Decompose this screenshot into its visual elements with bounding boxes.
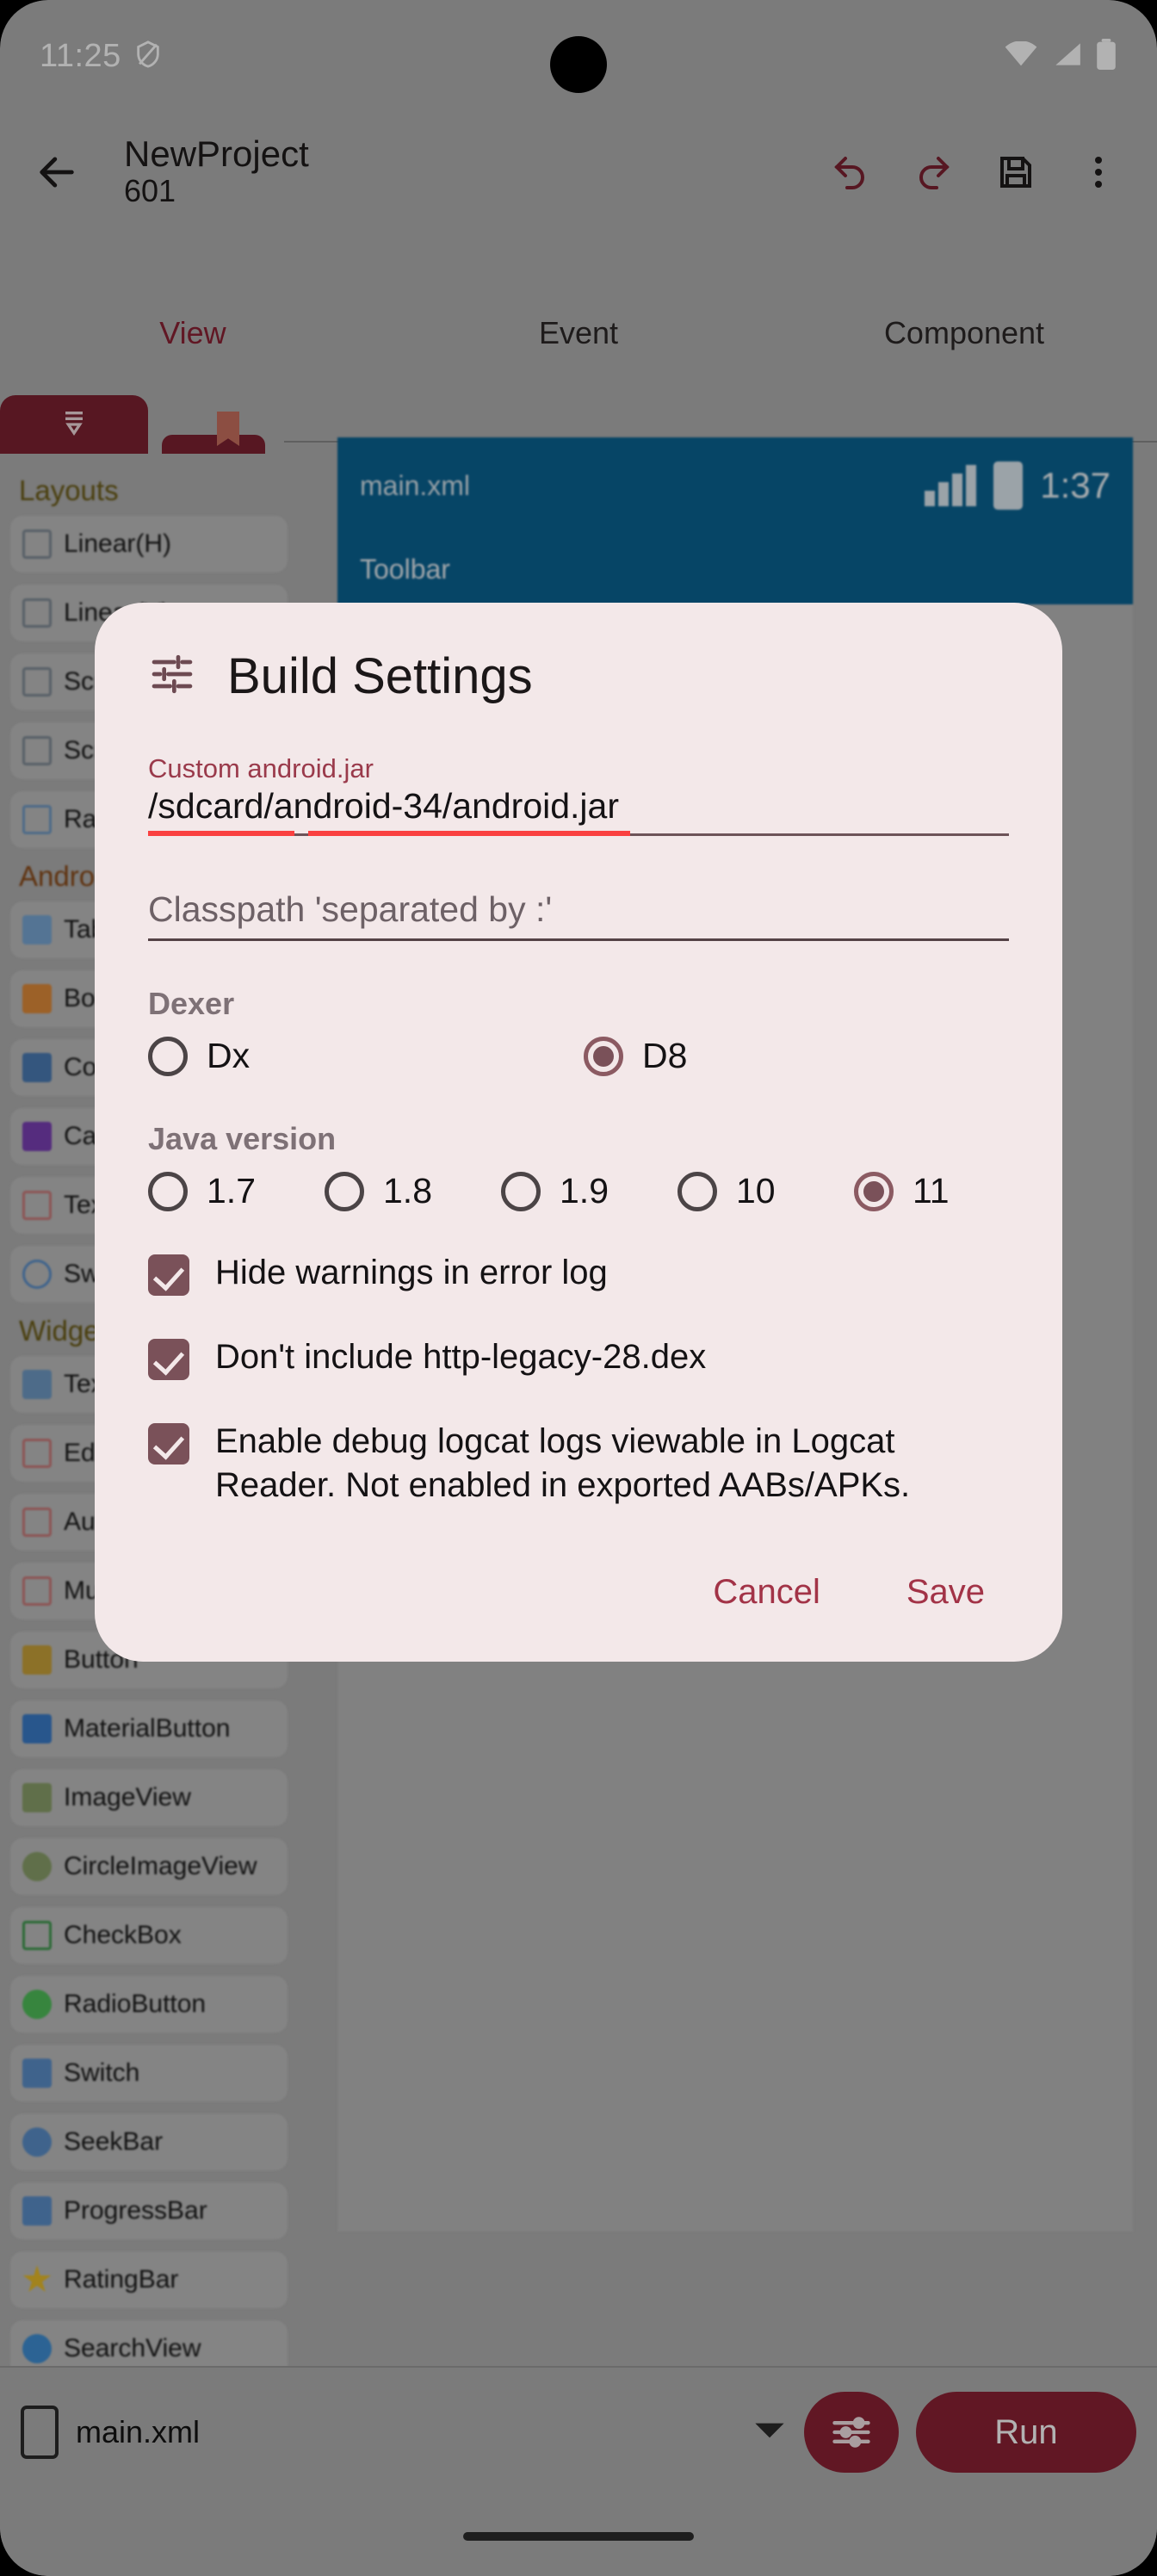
radio-option-java-11[interactable]: 11 — [854, 1171, 950, 1211]
radio-icon[interactable] — [148, 1036, 188, 1076]
radio-option-java-10[interactable]: 10 — [677, 1171, 854, 1211]
radio-icon[interactable] — [677, 1171, 717, 1211]
radio-option-java-19[interactable]: 1.9 — [501, 1171, 677, 1211]
spellcheck-underline — [148, 831, 1009, 836]
dialog-actions: Cancel Save — [148, 1561, 1009, 1624]
classpath-input[interactable]: Classpath 'separated by :' — [148, 889, 1009, 941]
checkbox-exclude-http-legacy[interactable]: Don't include http-legacy-28.dex — [148, 1335, 1009, 1380]
custom-jar-label: Custom android.jar — [148, 753, 374, 783]
java-version-section-label: Java version — [148, 1121, 337, 1156]
checkbox-label: Don't include http-legacy-28.dex — [215, 1338, 707, 1376]
checkbox-icon[interactable] — [148, 1339, 189, 1380]
custom-jar-input[interactable]: /sdcard/android-34/android.jar — [148, 786, 1009, 836]
radio-label: D8 — [642, 1036, 688, 1075]
phone-screen: 11:25 NewProject 601 View Event Componen… — [0, 0, 1157, 2576]
cancel-button[interactable]: Cancel — [689, 1561, 845, 1624]
radio-icon-selected[interactable] — [584, 1036, 623, 1076]
custom-jar-field[interactable]: Custom android.jar /sdcard/android-34/an… — [148, 753, 1009, 836]
build-settings-dialog: Build Settings Custom android.jar /sdcar… — [95, 603, 1062, 1663]
radio-icon[interactable] — [501, 1171, 541, 1211]
radio-label: 11 — [913, 1171, 950, 1211]
dexer-section-label: Dexer — [148, 986, 235, 1021]
radio-icon[interactable] — [148, 1171, 188, 1211]
checkbox-label: Enable debug logcat logs viewable in Log… — [215, 1422, 911, 1505]
dexer-radio-group[interactable]: Dx D8 — [148, 1036, 1009, 1076]
dialog-header: Build Settings — [148, 647, 1009, 705]
checkbox-enable-debug-logcat[interactable]: Enable debug logcat logs viewable in Log… — [148, 1420, 1009, 1508]
checkbox-hide-warnings[interactable]: Hide warnings in error log — [148, 1251, 1009, 1296]
checkbox-label: Hide warnings in error log — [215, 1254, 608, 1291]
dialog-title: Build Settings — [227, 648, 533, 704]
radio-label: 1.9 — [560, 1171, 609, 1211]
radio-option-java-17[interactable]: 1.7 — [148, 1171, 325, 1211]
radio-icon[interactable] — [325, 1171, 364, 1211]
radio-option-d8[interactable]: D8 — [584, 1036, 687, 1076]
radio-icon-selected[interactable] — [854, 1171, 894, 1211]
classpath-field[interactable]: Classpath 'separated by :' — [148, 889, 1009, 941]
radio-label: 1.7 — [207, 1171, 256, 1211]
radio-label: 10 — [736, 1171, 776, 1211]
radio-option-java-18[interactable]: 1.8 — [325, 1171, 501, 1211]
checkbox-icon[interactable] — [148, 1423, 189, 1464]
checkbox-icon[interactable] — [148, 1254, 189, 1296]
save-button[interactable]: Save — [882, 1561, 1009, 1624]
radio-label: Dx — [207, 1036, 251, 1075]
radio-label: 1.8 — [383, 1171, 432, 1211]
tune-sliders-icon — [148, 650, 196, 703]
java-version-radio-group[interactable]: 1.7 1.8 1.9 10 11 — [148, 1171, 1009, 1211]
radio-option-dx[interactable]: Dx — [148, 1036, 584, 1076]
